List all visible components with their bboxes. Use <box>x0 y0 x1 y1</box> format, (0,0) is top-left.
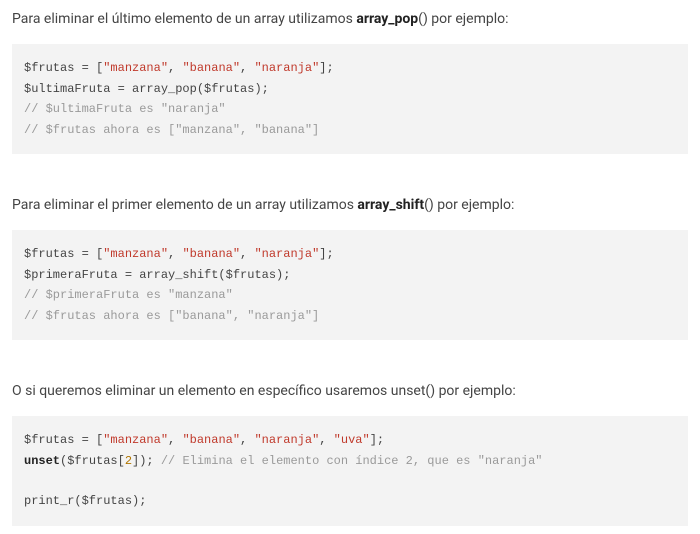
code-token: "manzana" <box>103 61 168 75</box>
code-token: ]; <box>370 433 384 447</box>
code-token: , <box>240 247 254 261</box>
code-token: // Elimina el elemento con índice 2, que… <box>161 454 543 468</box>
code-token: print_r($frutas); <box>24 494 146 508</box>
code-token: ]; <box>319 61 333 75</box>
code-block: $frutas = ["manzana", "banana", "naranja… <box>12 44 688 154</box>
code-token: "banana" <box>182 433 240 447</box>
code-token: , <box>168 433 182 447</box>
desc-bold: array_shift <box>357 197 424 213</box>
section-description: Para eliminar el último elemento de un a… <box>12 8 688 30</box>
code-token: "naranja" <box>254 247 319 261</box>
code-token: // $ultimaFruta es "naranja" <box>24 102 226 116</box>
code-token: ]; <box>319 247 333 261</box>
code-token: "uva" <box>334 433 370 447</box>
code-token: $frutas = [ <box>24 247 103 261</box>
code-token: $frutas = [ <box>24 433 103 447</box>
code-token: $frutas = [ <box>24 61 103 75</box>
code-token: "banana" <box>182 61 240 75</box>
code-token: // $frutas ahora es ["manzana", "banana"… <box>24 123 319 137</box>
code-token: ($frutas[ <box>60 454 125 468</box>
desc-text: Para eliminar el primer elemento de un a… <box>12 197 357 213</box>
code-token: , <box>240 61 254 75</box>
desc-text: Para eliminar el último elemento de un a… <box>12 11 356 27</box>
code-token: "naranja" <box>254 433 319 447</box>
code-token: // $frutas ahora es ["banana", "naranja"… <box>24 309 319 323</box>
desc-bold: array_pop <box>356 11 418 27</box>
code-token: unset <box>24 454 60 468</box>
code-token: , <box>168 247 182 261</box>
section-description: O si queremos eliminar un elemento en es… <box>12 380 688 402</box>
desc-text: () por ejemplo: <box>418 11 508 27</box>
desc-text: O si queremos eliminar un elemento en es… <box>12 383 516 399</box>
code-token: 2 <box>125 454 132 468</box>
code-token: ]); <box>132 454 161 468</box>
code-block: $frutas = ["manzana", "banana", "naranja… <box>12 230 688 340</box>
code-token: "banana" <box>182 247 240 261</box>
code-token: "manzana" <box>103 247 168 261</box>
code-token: , <box>168 61 182 75</box>
code-token: , <box>240 433 254 447</box>
code-token: , <box>319 433 333 447</box>
code-token: $primeraFruta = array_shift($frutas); <box>24 268 290 282</box>
section-description: Para eliminar el primer elemento de un a… <box>12 194 688 216</box>
code-token: // $primeraFruta es "manzana" <box>24 288 233 302</box>
code-token: "manzana" <box>103 433 168 447</box>
code-token: "naranja" <box>254 61 319 75</box>
code-block: $frutas = ["manzana", "banana", "naranja… <box>12 416 688 526</box>
document-root: Para eliminar el último elemento de un a… <box>12 8 688 526</box>
desc-text: () por ejemplo: <box>424 197 514 213</box>
code-token: $ultimaFruta = array_pop($frutas); <box>24 82 269 96</box>
